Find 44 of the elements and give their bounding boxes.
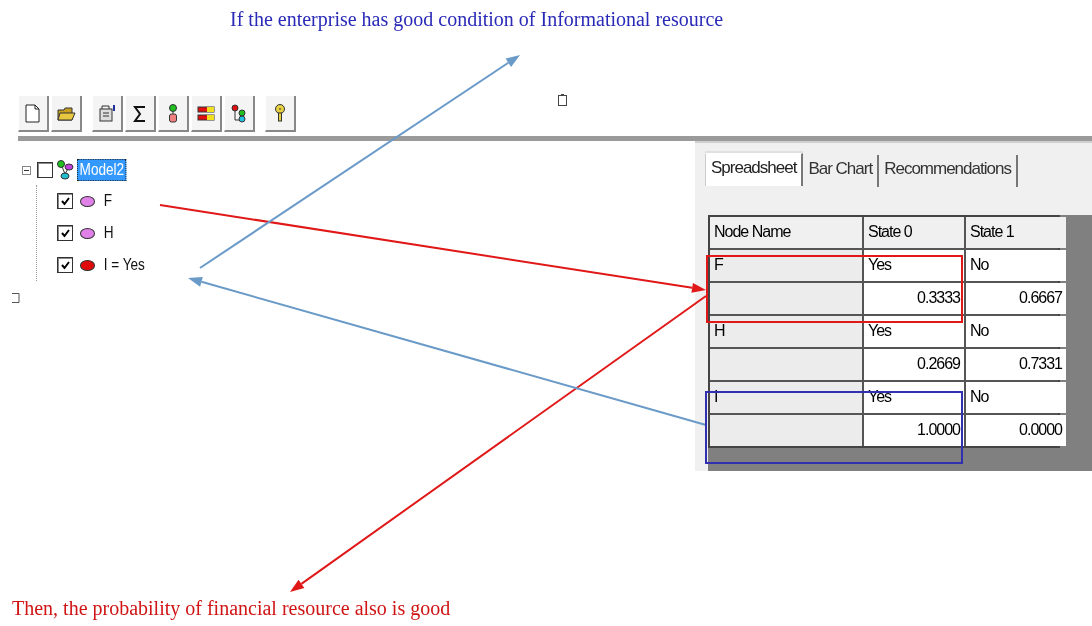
toolbar-button[interactable] xyxy=(125,96,156,132)
tab[interactable]: Bar Chart xyxy=(803,155,880,187)
table-cell: No xyxy=(966,250,1066,281)
caption: If the enterprise has good condition of Informational resource xyxy=(230,8,724,30)
checkmark-icon xyxy=(59,259,71,271)
network-icon xyxy=(229,103,249,123)
column-header: State 1 xyxy=(966,217,1066,248)
checkbox[interactable] xyxy=(37,162,53,178)
caption: Then, the probability of financial resource also is good xyxy=(12,597,451,619)
table-cell: F xyxy=(710,250,862,281)
toolbar-button[interactable] xyxy=(191,96,222,132)
collapse-toggle[interactable] xyxy=(22,165,31,175)
tab[interactable]: Recommendations xyxy=(879,155,1018,187)
table-cell: No xyxy=(966,382,1066,413)
tab[interactable]: Spreadsheet xyxy=(705,153,804,186)
column-header: State 0 xyxy=(864,217,964,248)
properties-icon xyxy=(97,103,117,123)
model-icon xyxy=(56,159,74,181)
toolbar-button[interactable] xyxy=(224,96,255,132)
table-cell: 0.6667 xyxy=(966,283,1066,314)
table-cell: H xyxy=(710,316,862,347)
toolbar-button[interactable] xyxy=(51,96,82,132)
checkbox[interactable] xyxy=(57,193,73,209)
table-cell: 1.0000 xyxy=(864,415,964,446)
table-cell: Yes xyxy=(864,316,964,347)
checkmark-icon xyxy=(59,227,71,239)
toolbar-button[interactable] xyxy=(158,96,189,132)
tree-item[interactable]: F xyxy=(102,191,114,211)
table-cell: Yes xyxy=(864,250,964,281)
checkbox[interactable] xyxy=(57,257,73,273)
toolbar-button[interactable] xyxy=(265,96,296,132)
bracket-icon xyxy=(12,293,20,303)
table-cell: 0.2669 xyxy=(864,349,964,380)
table-cell: 0.7331 xyxy=(966,349,1066,380)
table-cell: No xyxy=(966,316,1066,347)
table-cell: 0.0000 xyxy=(966,415,1066,446)
table-cell: 0.3333 xyxy=(864,283,964,314)
checkmark-icon xyxy=(59,195,71,207)
tree-item[interactable]: I = Yes xyxy=(102,255,147,275)
column-header: Node Name xyxy=(710,217,862,248)
tree-item[interactable]: H xyxy=(102,223,116,243)
new-document-icon xyxy=(23,103,43,123)
checkbox[interactable] xyxy=(57,225,73,241)
bars-icon xyxy=(196,103,216,123)
